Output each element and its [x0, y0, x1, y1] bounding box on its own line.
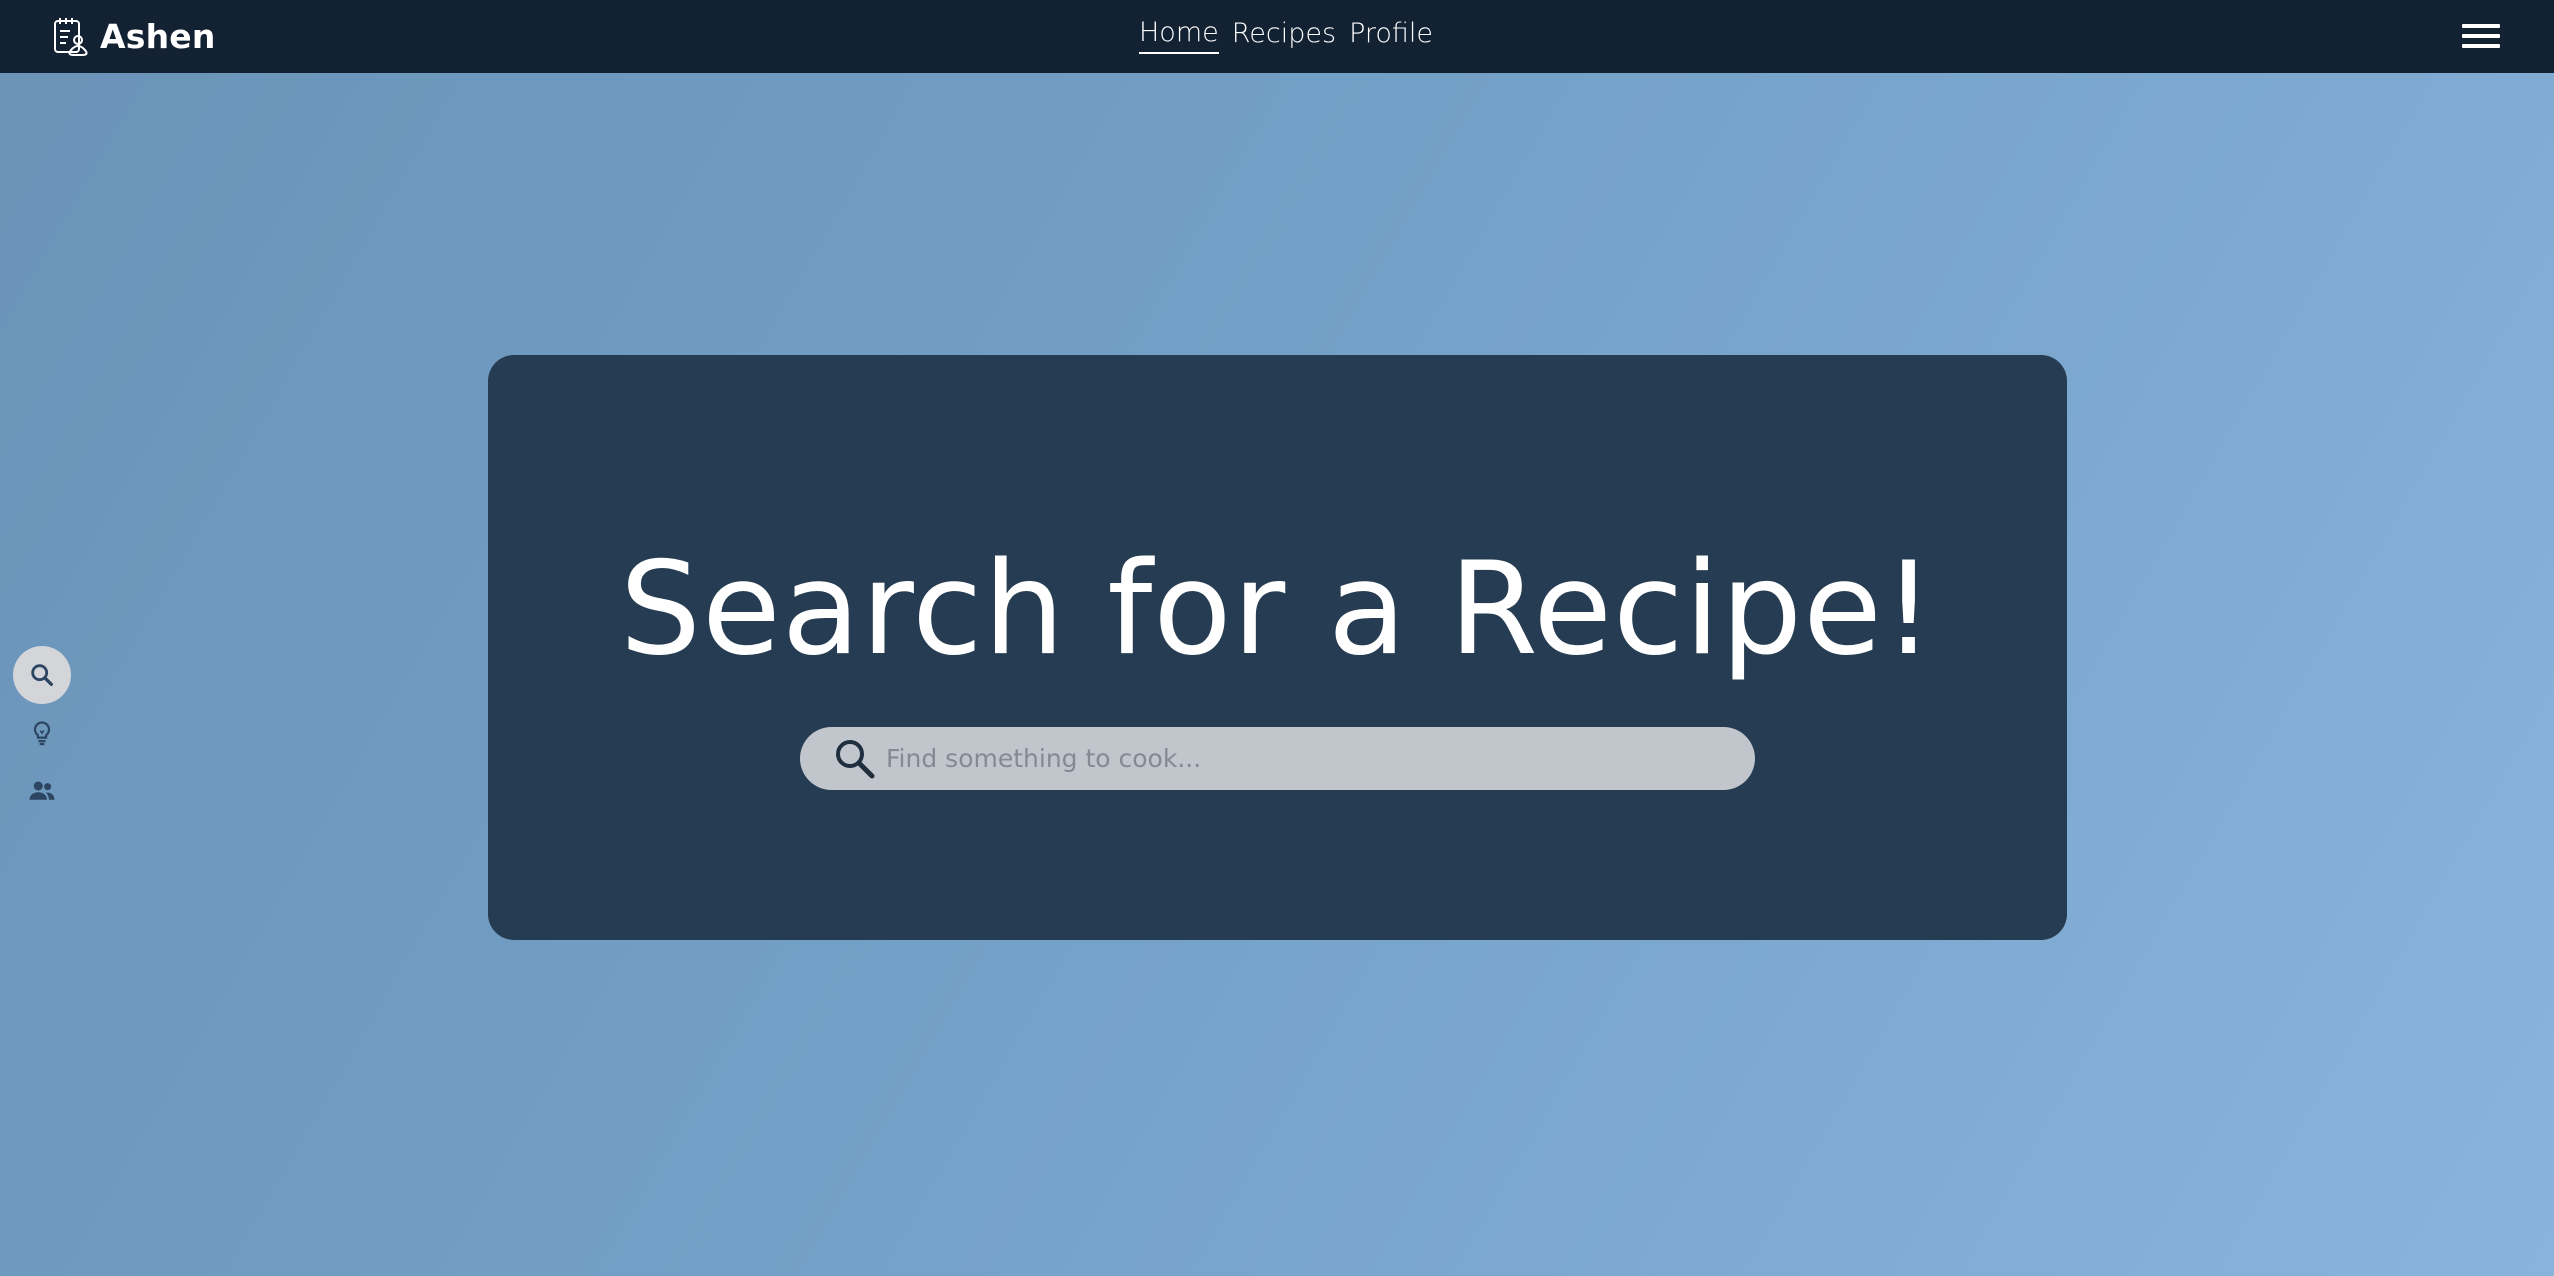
hamburger-menu-icon[interactable] — [2462, 18, 2500, 54]
brand-name: Ashen — [100, 16, 216, 56]
menu-bar-line — [2462, 44, 2500, 48]
recipe-search-bar[interactable] — [800, 727, 1755, 790]
rail-search-button[interactable] — [13, 646, 71, 704]
rail-ideas-button[interactable] — [13, 704, 71, 762]
menu-bar-line — [2462, 34, 2500, 38]
search-input[interactable] — [886, 727, 1726, 790]
recipe-notebook-icon — [54, 18, 88, 56]
top-navigation-bar: Ashen Home Recipes Profile — [0, 0, 2554, 73]
nav-recipes-link[interactable]: Recipes — [1232, 14, 1336, 54]
main-nav: Home Recipes Profile — [1139, 14, 1433, 58]
search-hero-card: Search for a Recipe! — [488, 355, 2067, 940]
people-icon — [29, 781, 55, 800]
rail-community-button[interactable] — [13, 762, 71, 820]
nav-profile-link[interactable]: Profile — [1349, 14, 1433, 54]
brand-logo[interactable]: Ashen — [50, 13, 216, 59]
search-icon — [836, 740, 875, 779]
search-icon — [31, 664, 53, 686]
menu-bar-line — [2462, 24, 2500, 28]
nav-home-link[interactable]: Home — [1139, 14, 1219, 54]
hero-title: Search for a Recipe! — [619, 535, 1936, 684]
lightbulb-icon — [33, 721, 51, 746]
